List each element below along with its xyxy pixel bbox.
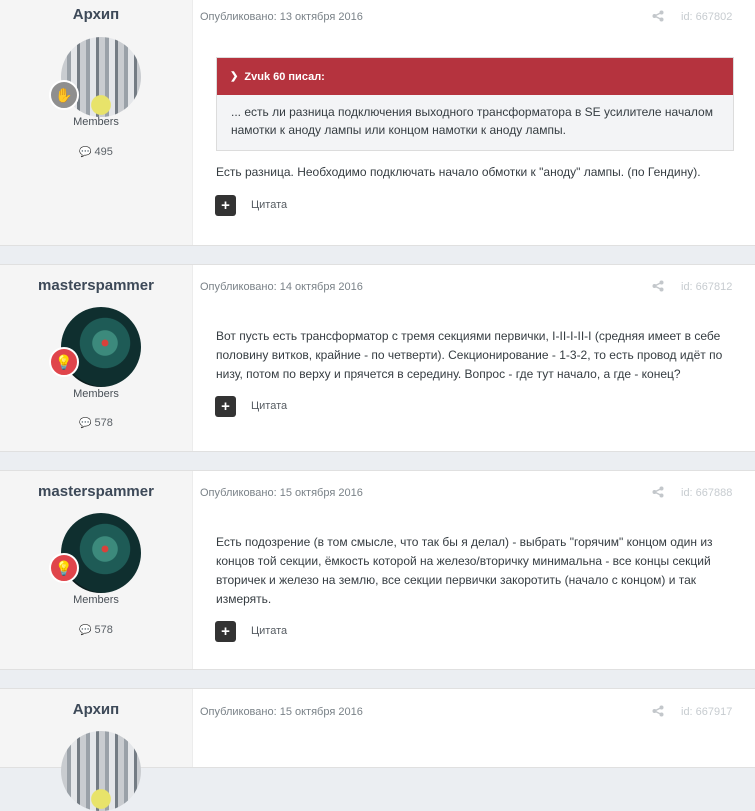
member-group: Members (73, 116, 119, 128)
post: Архип Опубликовано: 15 октября 2016 id: … (0, 688, 755, 811)
share-icon[interactable] (652, 705, 664, 720)
post-count: 💬 578 (0, 417, 192, 429)
rank-icon: ✋ (49, 80, 79, 110)
post-id[interactable]: id: 667802 (681, 11, 732, 23)
quote-block: ❯ Zvuk 60 писал: ... есть ли разница подк… (216, 57, 734, 151)
avatar[interactable] (61, 307, 141, 387)
multiquote-button[interactable]: + (215, 621, 236, 642)
post-text: Есть разница. Необходимо подключать нача… (216, 165, 701, 179)
rank-icon: 💡 (49, 553, 79, 583)
post-count-value: 578 (94, 417, 113, 429)
post-count-value: 578 (94, 624, 113, 636)
post-count: 💬 578 (0, 624, 192, 636)
author-name[interactable]: Архип (0, 701, 192, 718)
avatar[interactable] (61, 731, 141, 811)
share-icon[interactable] (652, 486, 664, 501)
post-date[interactable]: Опубликовано: 14 октября 2016 (200, 281, 363, 293)
quote-link[interactable]: Цитата (251, 400, 287, 412)
post-text: Вот пусть есть трансформатор с тремя сек… (216, 329, 723, 381)
author-name[interactable]: masterspammer (0, 277, 192, 294)
post-count-value: 495 (94, 146, 113, 158)
comment-icon: 💬 (79, 625, 92, 636)
post-text: Есть подозрение (в том смысле, что так б… (216, 535, 713, 606)
comment-icon: 💬 (79, 147, 92, 158)
author-name[interactable]: Архип (0, 6, 192, 23)
member-group: Members (73, 388, 119, 400)
share-icon[interactable] (652, 280, 664, 295)
share-icon[interactable] (652, 10, 664, 25)
multiquote-button[interactable]: + (215, 195, 236, 216)
post-date[interactable]: Опубликовано: 15 октября 2016 (200, 487, 363, 499)
post: masterspammer 💡 Members 💬 578 Опубликован… (0, 470, 755, 670)
comment-icon: 💬 (79, 418, 92, 429)
avatar[interactable] (61, 513, 141, 593)
post-date[interactable]: Опубликовано: 15 октября 2016 (200, 706, 363, 718)
quote-link[interactable]: Цитата (251, 199, 287, 211)
author-name[interactable]: masterspammer (0, 483, 192, 500)
post: Архип ✋ Members 💬 495 Опубликовано: 13 ок… (0, 0, 755, 246)
post-date[interactable]: Опубликовано: 13 октября 2016 (200, 11, 363, 23)
member-group: Members (73, 594, 119, 606)
post-count: 💬 495 (0, 146, 192, 158)
multiquote-button[interactable]: + (215, 396, 236, 417)
quote-text: ... есть ли разница подключения выходног… (231, 105, 713, 137)
post-id[interactable]: id: 667888 (681, 487, 732, 499)
post-id[interactable]: id: 667917 (681, 706, 732, 718)
post: masterspammer 💡 Members 💬 578 Опубликован… (0, 264, 755, 452)
quote-link[interactable]: Цитата (251, 625, 287, 637)
post-id[interactable]: id: 667812 (681, 281, 732, 293)
quote-header[interactable]: ❯ Zvuk 60 писал: (217, 58, 733, 95)
rank-icon: 💡 (49, 347, 79, 377)
chevron-down-icon: ❯ (230, 71, 239, 82)
quote-author: Zvuk 60 писал: (244, 70, 325, 83)
